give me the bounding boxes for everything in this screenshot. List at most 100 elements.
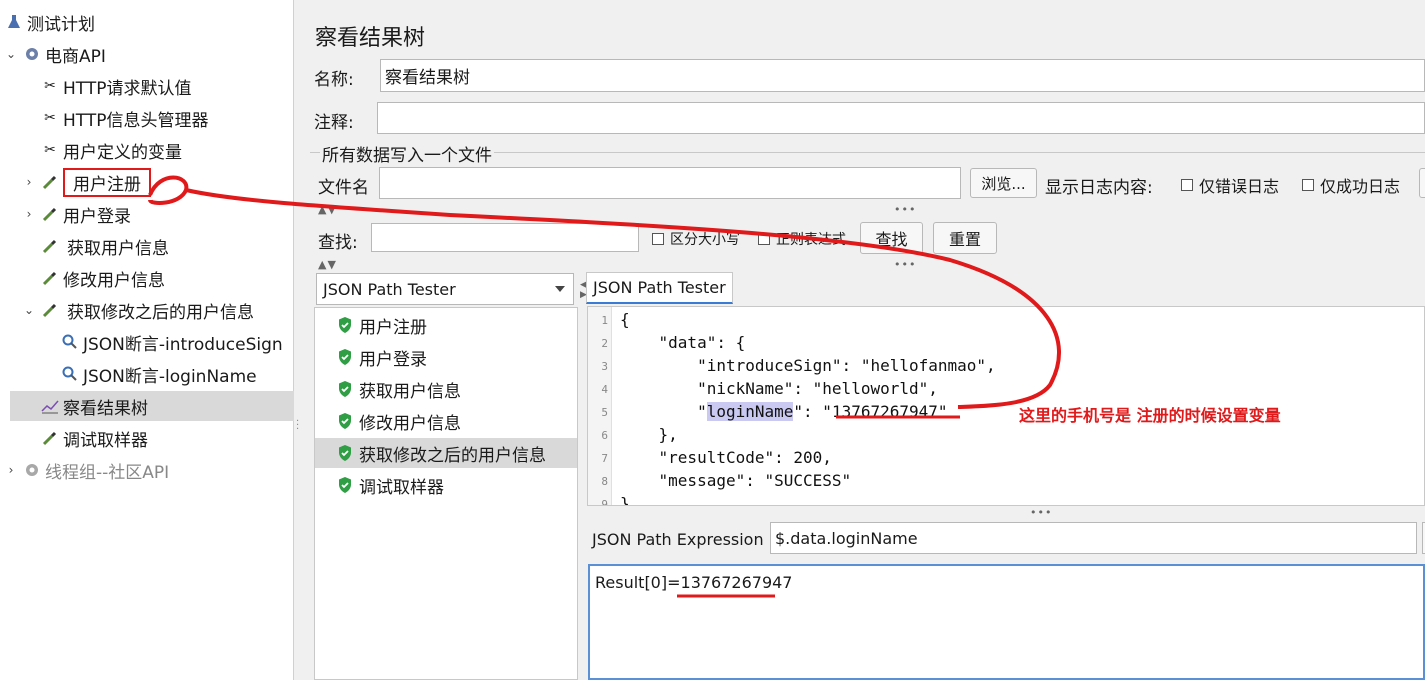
tree-item-label: JSON断言-introduceSign [83, 334, 283, 355]
sample-result-list: 用户注册用户登录获取用户信息修改用户信息获取修改之后的用户信息调试取样器 [314, 307, 578, 680]
success-shield-icon [339, 381, 351, 397]
tree-item-json-assert-introduce[interactable]: JSON断言-introduceSign [60, 327, 292, 357]
search-label: 查找: [318, 233, 358, 253]
splitter-handle-middle[interactable]: ••• [894, 258, 916, 271]
tools-icon: ✂ [44, 110, 56, 126]
code-line: "loginName": "13767267947" [620, 402, 948, 421]
pipette-icon [40, 236, 60, 256]
line-number: 8 [601, 475, 608, 488]
code-line: }, [620, 425, 678, 444]
tree-item-label: 获取修改之后的用户信息 [67, 302, 254, 323]
code-line: "resultCode": 200, [620, 448, 832, 467]
filename-label: 文件名 [318, 178, 369, 198]
checkbox-label: 仅成功日志 [1320, 177, 1401, 196]
splitter-handle-lower[interactable]: ••• [1030, 506, 1052, 519]
name-field[interactable]: 察看结果树 [380, 59, 1425, 92]
line-number: 9 [601, 498, 608, 506]
result-text: Result[0]=13767267947 [595, 573, 793, 592]
case-sensitive-checkbox[interactable]: 区分大小写 [652, 229, 740, 249]
tree-item-label: 用户注册 [63, 167, 151, 197]
chevron-right-icon[interactable]: › [22, 207, 36, 221]
splitter-grip-icon: · · · [296, 416, 300, 435]
sample-list-label: 获取修改之后的用户信息 [359, 445, 546, 466]
checkbox-box[interactable] [652, 233, 664, 245]
chevron-right-icon[interactable]: › [22, 175, 36, 189]
checkbox-box[interactable] [1302, 179, 1314, 191]
tree-item-get-user-info[interactable]: 获取用户信息 [40, 231, 292, 261]
tree-item-label: 测试计划 [27, 14, 95, 35]
line-number: 1 [601, 314, 608, 327]
tree-item-user-register[interactable]: › 用户注册 [22, 167, 292, 197]
configure-button[interactable] [1419, 168, 1425, 198]
chevron-down-icon[interactable]: ⌄ [4, 47, 18, 61]
dropdown-arrow-icon [555, 286, 565, 292]
tools-icon: ✂ [44, 78, 56, 94]
sample-list-item[interactable]: 用户登录 [315, 342, 577, 372]
line-number: 5 [601, 406, 608, 419]
tools-icon: ✂ [44, 142, 56, 158]
tree-item-json-assert-loginname[interactable]: JSON断言-loginName [60, 359, 292, 389]
sample-list-label: 获取用户信息 [359, 381, 461, 402]
splitter-handle-top[interactable]: ••• [894, 203, 916, 216]
checkbox-box[interactable] [1181, 179, 1193, 191]
tree-item-label: 获取用户信息 [67, 238, 169, 259]
reset-button[interactable]: 重置 [933, 222, 997, 254]
tree-item-user-login[interactable]: › 用户登录 [22, 199, 292, 229]
sample-list-label: 用户注册 [359, 317, 427, 338]
success-only-checkbox[interactable]: 仅成功日志 [1302, 173, 1400, 197]
checkbox-box[interactable] [758, 233, 770, 245]
tree-item-test-plan[interactable]: 测试计划 [4, 7, 292, 37]
tree-item-label: 修改用户信息 [63, 270, 165, 291]
search-field[interactable] [371, 223, 639, 252]
tree-item-header-manager[interactable]: ✂ HTTP信息头管理器 [40, 103, 292, 133]
tree-item-get-modified-user-info[interactable]: ⌄ 获取修改之后的用户信息 [22, 295, 292, 325]
tree-item-label: HTTP信息头管理器 [63, 110, 209, 131]
tree-item-http-defaults[interactable]: ✂ HTTP请求默认值 [40, 71, 292, 101]
sample-list-item[interactable]: 修改用户信息 [315, 406, 577, 436]
tree-item-debug-sampler[interactable]: 调试取样器 [40, 423, 292, 453]
chevron-down-icon[interactable]: ⌄ [22, 303, 36, 317]
tree-item-thread-group-ecommerce[interactable]: ⌄ 电商API [4, 39, 292, 69]
filename-field[interactable] [379, 167, 961, 199]
line-number: 3 [601, 360, 608, 373]
tree-item-view-results-tree[interactable]: 察看结果树 [10, 391, 294, 421]
collapse-arrows-icon[interactable]: ▲▼ [318, 203, 337, 216]
collapse-arrows-icon[interactable]: ▲▼ [318, 258, 337, 271]
gear-icon [22, 44, 42, 64]
code-segment: ": "13767267947" [793, 402, 948, 421]
tree-item-modify-user-info[interactable]: 修改用户信息 [40, 263, 292, 293]
view-results-tree-panel: 察看结果树 名称: 察看结果树 注释: 所有数据写入一个文件 文件名 浏览...… [302, 0, 1425, 680]
tree-item-thread-group-community[interactable]: › 线程组--社区API [4, 455, 292, 485]
tree-item-user-variables[interactable]: ✂ 用户定义的变量 [40, 135, 292, 165]
comment-field[interactable] [377, 102, 1425, 134]
pipette-icon [40, 300, 60, 320]
checkbox-label: 仅错误日志 [1199, 177, 1280, 196]
chevron-right-icon[interactable]: › [4, 463, 18, 477]
tab-json-path-tester[interactable]: JSON Path Tester [586, 272, 733, 304]
code-line: "introduceSign": "hellofanmao", [620, 356, 996, 375]
find-button[interactable]: 查找 [860, 222, 923, 254]
gear-icon [22, 460, 42, 480]
sample-list-item[interactable]: 调试取样器 [315, 470, 577, 500]
tree-item-label: 用户定义的变量 [63, 142, 182, 163]
json-path-expression-field[interactable]: $.data.loginName [770, 522, 1417, 554]
success-shield-icon [339, 317, 351, 333]
sample-list-label: 用户登录 [359, 349, 427, 370]
errors-only-checkbox[interactable]: 仅错误日志 [1181, 173, 1279, 197]
regex-checkbox[interactable]: 正则表达式 [758, 229, 846, 249]
magnifier-icon [60, 332, 80, 352]
checkbox-label: 区分大小写 [670, 232, 740, 248]
renderer-select-value: JSON Path Tester [323, 279, 456, 299]
code-highlight: loginName [706, 402, 794, 421]
sample-list-item[interactable]: 获取用户信息 [315, 374, 577, 404]
result-textarea[interactable]: Result[0]=13767267947 [588, 564, 1425, 680]
browse-button[interactable]: 浏览... [970, 168, 1037, 198]
sample-list-item[interactable]: 用户注册 [315, 310, 577, 340]
line-number: 2 [601, 337, 608, 350]
code-line: "nickName": "helloworld", [620, 379, 938, 398]
renderer-select[interactable]: JSON Path Tester [316, 273, 574, 305]
success-shield-icon [339, 445, 351, 461]
vertical-splitter[interactable]: · · · [294, 0, 302, 680]
code-line: "message": "SUCCESS" [620, 471, 852, 490]
sample-list-item[interactable]: 获取修改之后的用户信息 [315, 438, 577, 468]
